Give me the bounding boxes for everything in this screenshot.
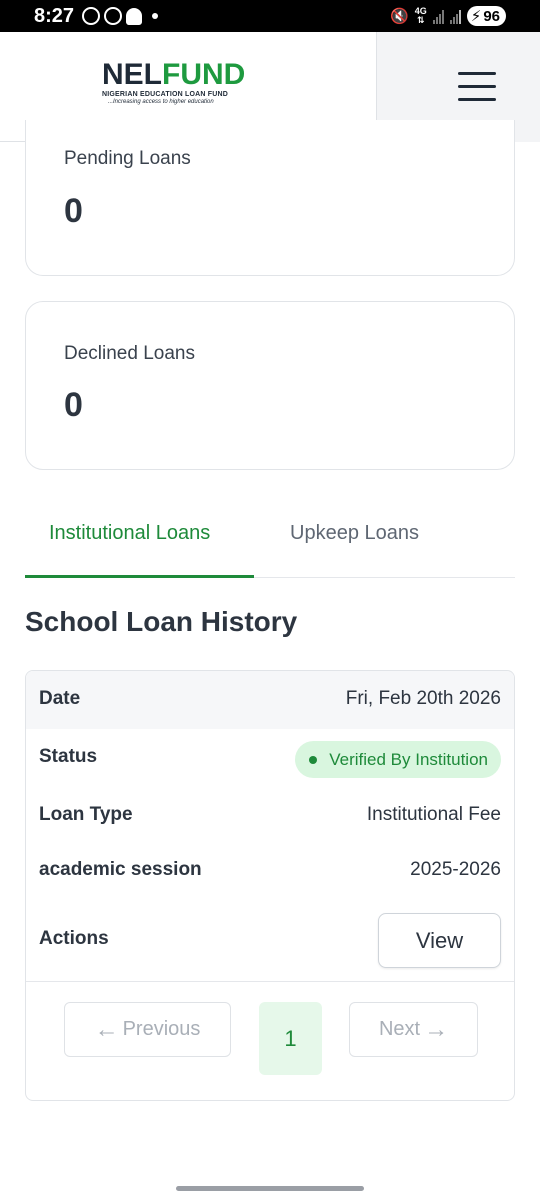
status-dot-icon (309, 755, 318, 764)
more-notifications-dot-icon (152, 13, 158, 19)
table-row-academic-session: academic session 2025-2026 (39, 859, 501, 880)
pagination-divider (26, 981, 514, 982)
loan-date: Fri, Feb 20th 2026 (345, 688, 501, 709)
arrow-right-icon: → (424, 1015, 449, 1043)
next-page-button[interactable]: Next → (349, 1002, 478, 1057)
network-type: 4G ⇅ (414, 6, 427, 25)
loan-history-table: Date Fri, Feb 20th 2026 Status Verified … (25, 670, 515, 1101)
arrow-left-icon: ← (94, 1015, 119, 1043)
tab-upkeep-loans[interactable]: Upkeep Loans (290, 522, 419, 545)
home-indicator[interactable] (176, 1186, 364, 1191)
table-row-date: Date Fri, Feb 20th 2026 (26, 671, 514, 729)
previous-page-button[interactable]: ← Previous (64, 1002, 231, 1057)
loan-type-value: Institutional Fee (366, 804, 501, 825)
mute-icon: 🔇 (390, 8, 409, 25)
status-time: 8:27 (34, 5, 75, 27)
charging-icon: ⚡ (470, 8, 482, 25)
system-icons: 🔇 4G ⇅ ⚡ 96 (390, 6, 506, 26)
nelfund-logo[interactable]: NELFUND NIGERIAN EDUCATION LOAN FUND ...… (102, 60, 262, 106)
snapchat-icon (126, 7, 142, 25)
loan-tabs: Institutional Loans Upkeep Loans (25, 500, 515, 578)
section-title: School Loan History (25, 606, 298, 637)
academic-session-value: 2025-2026 (410, 859, 501, 880)
signal-icon-2 (449, 9, 461, 24)
tab-institutional-loans[interactable]: Institutional Loans (49, 522, 210, 545)
logo-subtitle: NIGERIAN EDUCATION LOAN FUND (102, 91, 229, 98)
pending-loans-value: 0 (64, 192, 83, 230)
status-badge: Verified By Institution (295, 741, 501, 778)
page-number-button[interactable]: 1 (259, 1002, 322, 1075)
declined-loans-value: 0 (64, 386, 83, 424)
view-button[interactable]: View (378, 913, 501, 968)
notification-icons (82, 7, 158, 25)
declined-loans-card: Declined Loans 0 (25, 301, 515, 470)
pending-loans-label: Pending Loans (64, 148, 191, 169)
table-row-loan-type: Loan Type Institutional Fee (39, 804, 501, 825)
pending-loans-card: Pending Loans 0 (25, 120, 515, 276)
battery-indicator: ⚡ 96 (466, 6, 506, 26)
hamburger-menu-icon (458, 72, 496, 75)
status-bar: 8:27 🔇 4G ⇅ ⚡ 96 (0, 0, 540, 32)
declined-loans-label: Declined Loans (64, 343, 195, 364)
active-tab-indicator (25, 575, 254, 578)
whatsapp-business-icon (104, 7, 122, 25)
whatsapp-icon (82, 7, 100, 25)
logo-tagline: ...Increasing access to higher education (108, 99, 214, 105)
signal-icon (432, 9, 444, 24)
